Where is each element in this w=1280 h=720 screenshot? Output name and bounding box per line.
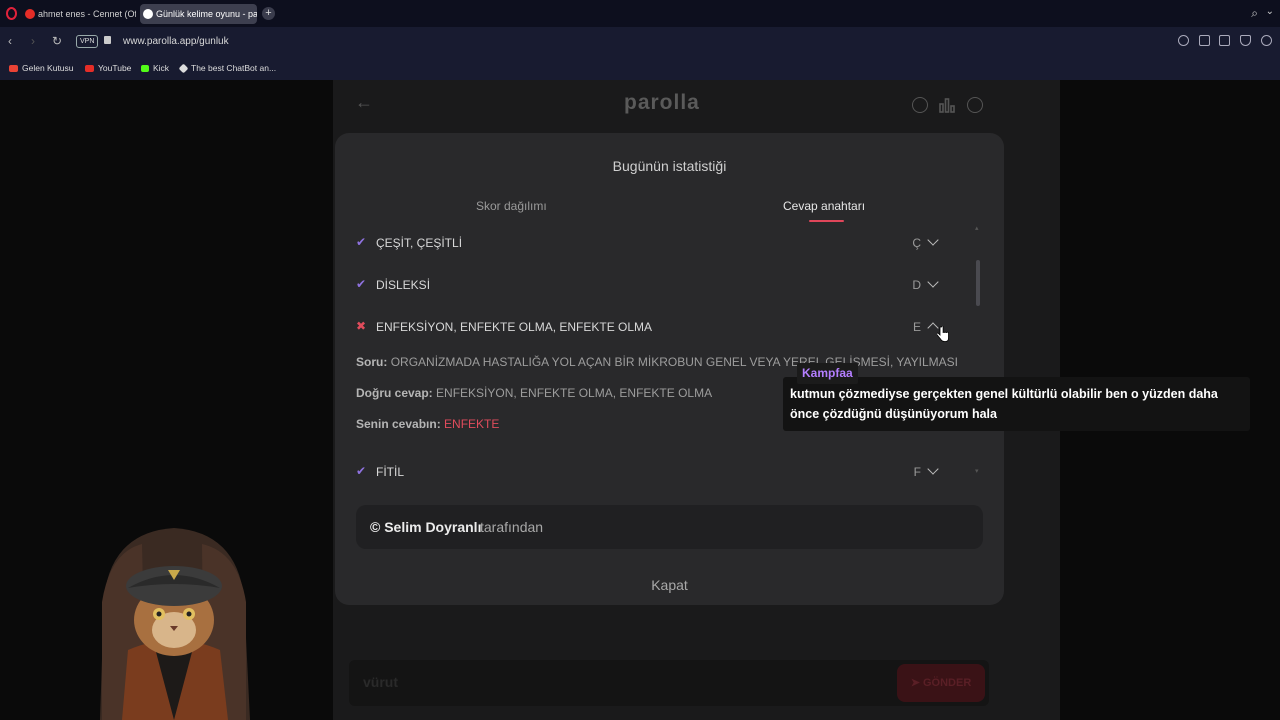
answer-letter: D [912,278,921,292]
tab-score-distribution[interactable]: Skor dağılımı [476,199,547,213]
check-icon: ✔ [356,235,367,249]
edit-icon[interactable] [1199,35,1210,46]
bookmark-label: The best ChatBot an... [191,63,277,73]
bookmarks-bar: Gelen Kutusu YouTube Kick The best ChatB… [0,57,1280,80]
gmail-icon [9,65,18,72]
scroll-up-icon[interactable]: ▴ [975,224,979,232]
info-icon[interactable] [912,97,928,113]
vpn-badge[interactable]: VPN [76,35,99,48]
camera-icon[interactable] [1219,35,1230,46]
check-icon: ✔ [356,277,367,291]
bookmark-label: YouTube [98,63,132,73]
credit-banner: © Selim Doyranlı tarafından [356,505,983,549]
address-bar: ‹ › ↻ VPN www.parolla.app/gunluk [0,27,1280,57]
youtube-icon [25,9,35,19]
chat-message-box: kutmun çözmediyse gerçekten genel kültür… [783,377,1250,431]
send-button[interactable]: ➤ GÖNDER [897,664,985,702]
back-arrow-icon[interactable]: ← [355,92,373,113]
answer-row[interactable]: ✔ FİTİL F [356,462,961,482]
tab-label: Günlük kelime oyunu - pa [156,9,257,19]
forward-icon[interactable]: › [31,34,35,48]
browser-tab-youtube[interactable]: ahmet enes - Cennet (Offi [22,4,136,24]
active-tab-indicator [809,220,844,222]
answer-letter: F [913,465,921,479]
correct-answer-detail: Doğru cevap: ENFEKSİYON, ENFEKTE OLMA, E… [356,386,712,400]
stream-chat-message: kutmun çözmediyse gerçekten genel kültür… [783,363,1250,431]
tab-label: ahmet enes - Cennet (Offi [38,9,136,19]
your-answer-detail: Senin cevabın: ENFEKTE [356,417,499,431]
answer-input[interactable]: vürut [349,660,989,706]
chatbot-icon [178,63,189,74]
bookmark-chatbot[interactable]: The best ChatBot an... [178,63,277,74]
correct-answer-label: Doğru cevap: [356,386,433,400]
answer-row[interactable]: ✔ DİSLEKSİ D [356,275,961,295]
your-answer-text: ENFEKTE [444,417,500,431]
browser-tab-parolla[interactable]: Günlük kelime oyunu - pa [140,4,257,24]
chat-username: Kampfaa [797,363,858,384]
chevron-down-icon[interactable]: ⌄ [1266,6,1274,17]
bookmark-youtube[interactable]: YouTube [85,63,131,73]
answer-text: ÇEŞİT, ÇEŞİTLİ [376,236,463,250]
parolla-icon [143,9,153,19]
bookmark-label: Gelen Kutusu [22,63,74,73]
new-tab-button[interactable]: + [262,7,275,20]
bookmark-gmail[interactable]: Gelen Kutusu [9,63,74,73]
answer-text: FİTİL [376,465,405,479]
hand-cursor-icon [937,326,949,342]
youtube-icon [85,65,94,72]
tab-search-icon[interactable]: ⌕ [1251,6,1258,21]
opera-logo-icon[interactable] [6,7,17,20]
chevron-down-icon[interactable] [927,234,939,248]
scroll-down-icon[interactable]: ▾ [975,467,979,475]
app-logo[interactable]: parolla [624,91,700,115]
answer-letter: Ç [912,236,921,250]
close-button[interactable]: Kapat [335,577,1004,593]
bookmark-kick[interactable]: Kick [141,63,169,73]
credit-author[interactable]: © Selim Doyranlı [370,519,481,535]
account-icon[interactable] [967,97,983,113]
bookmark-label: Kick [153,63,170,73]
chevron-down-icon[interactable] [927,463,939,477]
your-answer-label: Senin cevabın: [356,417,441,431]
check-icon: ✔ [356,464,367,478]
back-icon[interactable]: ‹ [8,34,12,48]
cross-icon: ✖ [356,319,367,333]
tab-answer-key[interactable]: Cevap anahtarı [783,199,865,213]
answer-input-value: vürut [363,674,398,690]
chevron-down-icon[interactable] [927,276,939,290]
chat-message-text: kutmun çözmediyse gerçekten genel kültür… [790,387,1218,421]
answer-row[interactable]: ✔ ÇEŞİT, ÇEŞİTLİ Ç [356,233,961,253]
answer-row-expanded[interactable]: ✖ ENFEKSİYON, ENFEKTE OLMA, ENFEKTE OLMA… [356,317,961,337]
answer-text: DİSLEKSİ [376,278,431,292]
modal-title: Bugünün istatistiği [612,158,727,174]
correct-answer-text: ENFEKSİYON, ENFEKTE OLMA, ENFEKTE OLMA [436,386,713,400]
credit-suffix: tarafından [480,519,544,535]
url-field[interactable]: www.parolla.app/gunluk [123,36,229,47]
streamer-cat-avatar [100,528,250,720]
profile-icon[interactable] [1261,35,1272,46]
scrollbar-thumb[interactable] [976,260,980,306]
browser-tab-bar: ahmet enes - Cennet (Offi Günlük kelime … [0,0,1280,27]
shield-icon[interactable] [1240,35,1251,46]
kick-icon [141,65,149,72]
answer-text: ENFEKSİYON, ENFEKTE OLMA, ENFEKTE OLMA [376,320,653,334]
lock-icon[interactable] [104,36,111,44]
stats-icon[interactable] [939,97,955,113]
reload-icon[interactable]: ↻ [52,34,62,48]
question-label: Soru: [356,355,388,369]
send-label: GÖNDER [923,677,972,689]
send-icon: ➤ [910,677,923,689]
answer-letter: E [912,320,921,334]
zoom-icon[interactable] [1178,35,1189,46]
